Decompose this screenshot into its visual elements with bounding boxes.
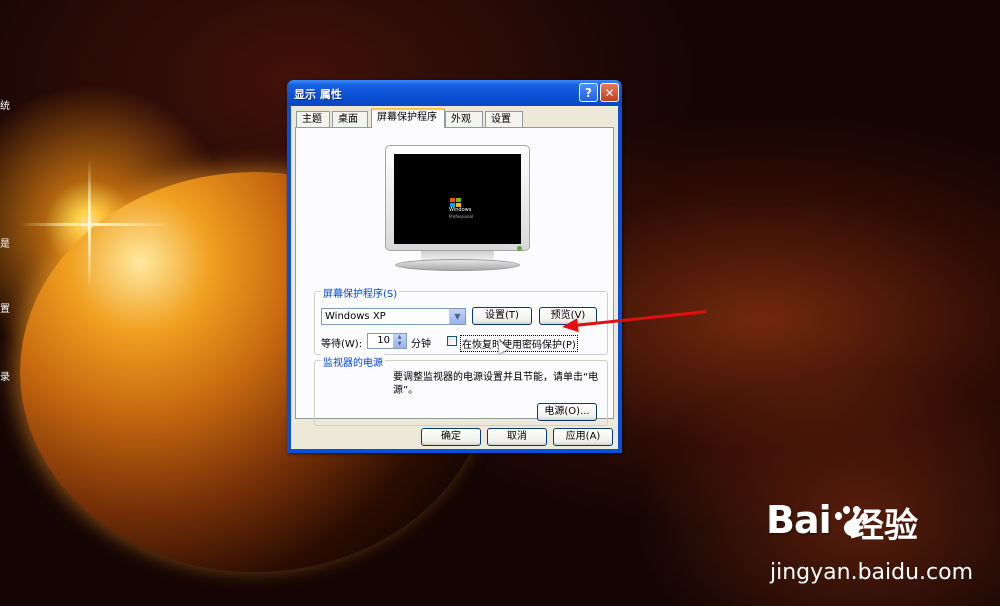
tab-themes[interactable]: 主题 — [296, 111, 330, 127]
wait-label: 等待(W): — [321, 339, 363, 350]
monitor-base — [395, 259, 520, 271]
monitor-power-group: 监视器的电源 要调整监视器的电源设置并且节能，请单击“电源”。 电源(O)... — [314, 354, 608, 426]
power-description: 要调整监视器的电源设置并且节能，请单击“电源”。 — [393, 372, 599, 396]
apply-button[interactable]: 应用(A) — [553, 428, 613, 446]
screensaver-group-label: 屏幕保护程序(S) — [321, 285, 400, 300]
baidu-brand-right: 经验 — [850, 506, 918, 546]
annotation-arrow-head — [561, 318, 579, 334]
desktop-icon-label[interactable]: 统 — [0, 97, 10, 112]
help-icon: ? — [585, 86, 592, 100]
preview-os-text: Windows — [449, 207, 472, 213]
spin-buttons[interactable]: ▲ ▼ — [393, 334, 406, 348]
password-protect-checkbox[interactable] — [447, 336, 457, 346]
preview-screen: Windows Professional — [394, 154, 521, 244]
sun-flare-vertical — [88, 160, 91, 290]
sun-flare — [20, 223, 170, 226]
tab-appearance[interactable]: 外观 — [445, 111, 483, 127]
wait-unit-label: 分钟 — [411, 339, 431, 350]
power-button[interactable]: 电源(O)... — [537, 403, 597, 421]
wait-minutes-value: 10 — [377, 335, 390, 346]
desktop-icon-label[interactable]: 录 — [0, 368, 10, 383]
window-title: 显示 属性 — [294, 88, 342, 101]
power-led-icon — [517, 246, 522, 251]
ok-button[interactable]: 确定 — [421, 428, 481, 446]
baidu-brand-left: Bai — [766, 498, 832, 542]
screensaver-settings-button[interactable]: 设置(T) — [472, 307, 532, 325]
tab-desktop[interactable]: 桌面 — [332, 111, 368, 127]
preview-os-sub: Professional — [449, 214, 474, 219]
password-protect-label[interactable]: 在恢复时使用密码保护(P) — [460, 335, 578, 352]
tab-settings[interactable]: 设置 — [485, 111, 523, 127]
power-group-label: 监视器的电源 — [321, 354, 385, 369]
help-button[interactable]: ? — [579, 83, 598, 102]
desktop-icon-label[interactable]: 是 — [0, 235, 10, 250]
wait-minutes-stepper[interactable]: 10 ▲ ▼ — [367, 333, 407, 349]
cancel-button[interactable]: 取消 — [487, 428, 547, 446]
display-properties-window: 显示 属性 ? ✕ 主题 桌面 屏幕保护程序 外观 设置 Windows Pro… — [287, 80, 622, 453]
tab-screensaver[interactable]: 屏幕保护程序 — [371, 108, 445, 128]
chevron-down-icon[interactable]: ▼ — [449, 309, 465, 324]
desktop-icon-label[interactable]: 置 — [0, 300, 10, 315]
screensaver-select[interactable]: Windows XP ▼ — [321, 308, 466, 325]
screensaver-selected-value: Windows XP — [325, 311, 386, 322]
close-icon: ✕ — [604, 86, 615, 100]
screensaver-panel: Windows Professional 屏幕保护程序(S) Windows X… — [295, 127, 614, 426]
close-button[interactable]: ✕ — [600, 83, 619, 102]
spin-up-icon[interactable]: ▲ — [393, 334, 406, 341]
title-bar[interactable]: 显示 属性 ? ✕ — [287, 80, 622, 106]
watermark-url: jingyan.baidu.com — [770, 560, 974, 585]
dialog-client: 主题 桌面 屏幕保护程序 外观 设置 Windows Professional — [291, 106, 618, 449]
spin-down-icon[interactable]: ▼ — [393, 341, 406, 348]
monitor-preview: Windows Professional — [385, 145, 530, 251]
